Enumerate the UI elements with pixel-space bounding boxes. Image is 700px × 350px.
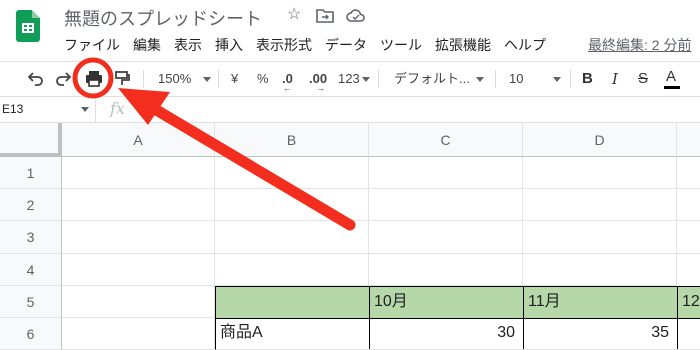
highlight-circle [72, 57, 114, 99]
annotation-arrow [142, 99, 356, 231]
annotation-overlay [72, 57, 356, 231]
